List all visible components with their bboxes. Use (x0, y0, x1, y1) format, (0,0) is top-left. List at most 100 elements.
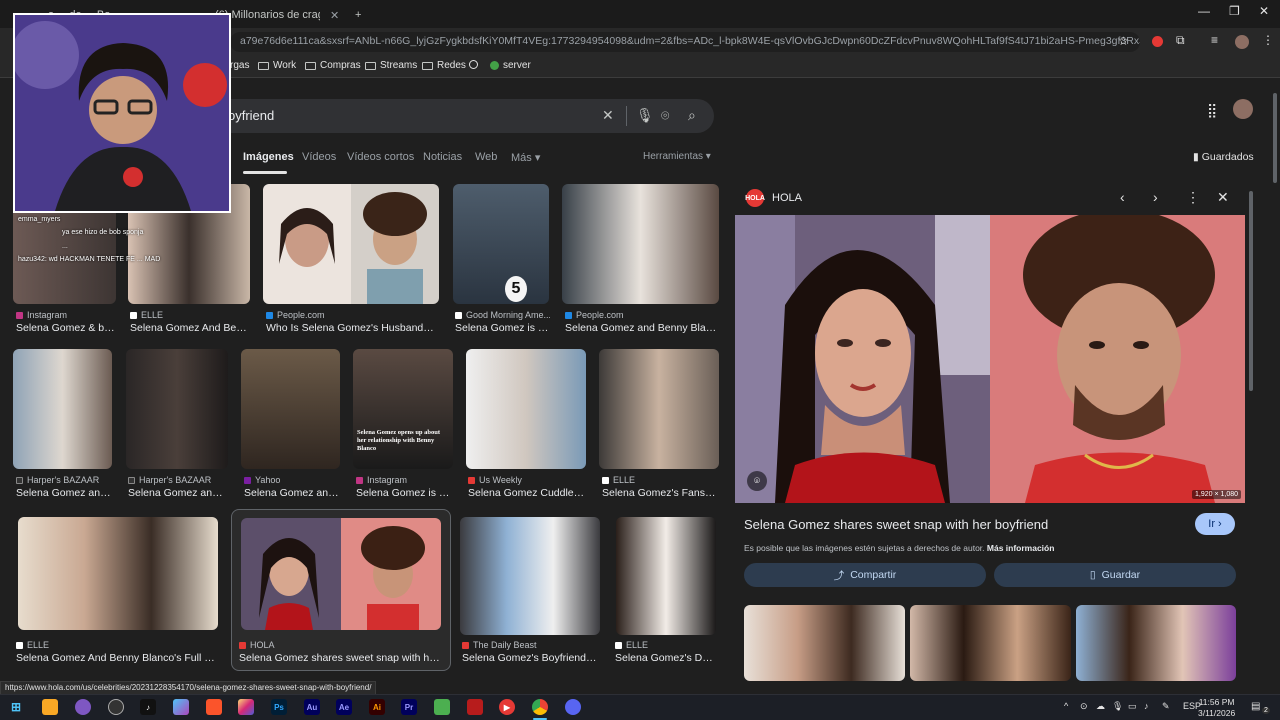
illustrator-icon[interactable]: Ai (369, 699, 385, 715)
result-thumbnail[interactable]: Selena Gomez opens up about her relation… (353, 349, 453, 469)
minecraft-icon[interactable] (434, 699, 450, 715)
tab-images[interactable]: Imágenes (243, 151, 294, 163)
url-field[interactable]: a79e76d6e111ca&sxsrf=ANbL-n66G_lyjGzFygk… (230, 32, 1140, 52)
result-title[interactable]: Who Is Selena Gomez's Husband? Al... (266, 322, 438, 334)
cloud-icon[interactable]: ☁ (1096, 701, 1105, 712)
previous-icon[interactable]: ‹ (1120, 189, 1125, 205)
result-title[interactable]: Selena Gomez and Benny Blanc... (565, 322, 717, 334)
tray-chevron-icon[interactable]: ^ (1064, 701, 1068, 711)
account-avatar[interactable] (1233, 99, 1253, 119)
preview-title[interactable]: Selena Gomez shares sweet snap with her … (744, 517, 1048, 532)
result-thumbnail[interactable] (616, 517, 716, 635)
search-icon[interactable]: ⌕ (688, 107, 696, 124)
bookmark-link[interactable] (469, 60, 478, 69)
more-info-link[interactable]: Más información (987, 543, 1055, 553)
tab-news[interactable]: Noticias (423, 151, 462, 163)
search-box[interactable]: oyfriend ✕ 🎙 ⌾ ⌕ (200, 99, 714, 133)
tab-more[interactable]: Más ▾ (511, 151, 540, 164)
save-button[interactable]: ▯ Guardar (994, 563, 1236, 587)
bookmark-link[interactable]: server (490, 60, 531, 71)
tab-short-videos[interactable]: Vídeos cortos (347, 151, 414, 163)
result-thumbnail[interactable] (599, 349, 719, 469)
audition-icon[interactable]: Au (304, 699, 320, 715)
media-icon[interactable]: ≡ (1211, 33, 1218, 47)
file-explorer-icon[interactable] (42, 699, 58, 715)
bookmark-folder[interactable]: Redes (422, 60, 466, 71)
result-title[interactable]: Selena Gomez And Benny Blanco's Full Rel… (16, 652, 221, 664)
result-thumbnail[interactable]: 5 (453, 184, 549, 304)
scrollbar-thumb[interactable] (1273, 93, 1277, 183)
result-title[interactable]: Selena Gomez is o... (356, 487, 452, 499)
microphone-icon[interactable]: 🎙 (636, 107, 654, 124)
result-title[interactable]: Selena Gomez is e... (455, 322, 550, 334)
result-title[interactable]: Selena Gomez shares sweet snap with her … (239, 652, 441, 664)
result-title[interactable]: Selena Gomez and... (244, 487, 340, 499)
related-image[interactable] (744, 605, 905, 681)
panel-source[interactable]: HOLA HOLA (745, 189, 802, 207)
share-button[interactable]: ⤴ Compartir (744, 563, 986, 587)
result-thumbnail[interactable] (562, 184, 719, 304)
close-tab-icon[interactable]: ✕ (330, 9, 339, 22)
preview-image[interactable]: ⌾ 1,920 × 1,080 (735, 215, 1245, 503)
network-icon[interactable]: ▭ (1128, 701, 1137, 712)
pen-icon[interactable]: ✎ (1162, 701, 1170, 712)
after-effects-icon[interactable]: Ae (336, 699, 352, 715)
close-window-button[interactable]: ✕ (1259, 4, 1269, 18)
result-title[interactable]: Selena Gomez And Ben... (130, 322, 248, 334)
premiere-icon[interactable]: Pr (401, 699, 417, 715)
result-title[interactable]: Selena Gomez's Dati... (615, 652, 717, 664)
bookmark-folder[interactable]: Compras (305, 60, 361, 71)
instagram-icon[interactable] (238, 699, 254, 715)
app-icon[interactable] (75, 699, 91, 715)
tiktok-icon[interactable]: ♪ (140, 699, 156, 715)
page-scrollbar[interactable] (1270, 79, 1280, 681)
minimize-button[interactable]: — (1198, 4, 1210, 18)
bookmark-folder[interactable]: Streams (365, 60, 417, 71)
related-image[interactable] (910, 605, 1071, 681)
result-thumbnail[interactable] (126, 349, 228, 469)
result-thumbnail[interactable] (241, 349, 340, 469)
next-icon[interactable]: › (1153, 189, 1158, 205)
app-icon[interactable] (108, 699, 124, 715)
photoshop-icon[interactable]: Ps (271, 699, 287, 715)
result-title[interactable]: Selena Gomez and ... (128, 487, 228, 499)
brave-icon[interactable] (206, 699, 222, 715)
saved-button[interactable]: ▮ Guardados (1193, 151, 1254, 163)
windows-start-icon[interactable]: ⊞ (8, 699, 24, 715)
youtube-icon[interactable]: ▶ (499, 699, 515, 715)
more-options-icon[interactable]: ⋮ (1186, 189, 1200, 206)
puzzle-icon[interactable]: ⧉ (1176, 33, 1185, 48)
clear-icon[interactable]: ✕ (602, 107, 614, 124)
result-thumbnail[interactable] (466, 349, 586, 469)
new-tab-button[interactable]: + (345, 4, 361, 26)
app-icon[interactable] (467, 699, 483, 715)
search-query[interactable]: oyfriend (228, 108, 274, 123)
tray-app-icon[interactable]: ⊙ (1080, 701, 1088, 712)
lens-search-button[interactable]: ⌾ (747, 471, 767, 491)
related-image[interactable] (1076, 605, 1236, 681)
tab-videos[interactable]: Vídeos (302, 151, 336, 163)
result-thumbnail[interactable] (241, 518, 441, 630)
microphone-tray-icon[interactable]: 🎙 (1112, 701, 1123, 712)
visit-button[interactable]: Ir › (1195, 513, 1235, 535)
result-title[interactable]: Selena Gomez's Boyfriend S... (462, 652, 597, 664)
bookmark-star-icon[interactable]: ☆ (1118, 34, 1129, 48)
panel-scrollbar[interactable] (1249, 191, 1253, 391)
result-title[interactable]: Selena Gomez Cuddles ... (468, 487, 586, 499)
volume-icon[interactable]: ♪ (1144, 701, 1149, 711)
result-thumbnail[interactable] (460, 517, 600, 635)
result-title[interactable]: Selena Gomez & bo... (16, 322, 116, 334)
result-thumbnail[interactable] (18, 517, 218, 630)
bookmark-folder[interactable]: Work (258, 60, 296, 71)
close-panel-icon[interactable]: ✕ (1217, 189, 1229, 206)
bookmark-folder[interactable]: rgas (230, 60, 249, 71)
system-clock[interactable]: 11:56 PM 3/11/2026 (1198, 697, 1235, 719)
result-title[interactable]: Selena Gomez and... (16, 487, 112, 499)
discord-icon[interactable] (565, 699, 581, 715)
tools-button[interactable]: Herramientas ▾ (643, 151, 711, 162)
chrome-icon[interactable] (532, 699, 548, 715)
notification-icon[interactable]: ▤ (1251, 701, 1260, 712)
result-title[interactable]: Selena Gomez's Fans A... (602, 487, 716, 499)
profile-avatar[interactable] (1235, 35, 1249, 49)
app-icon[interactable] (173, 699, 189, 715)
